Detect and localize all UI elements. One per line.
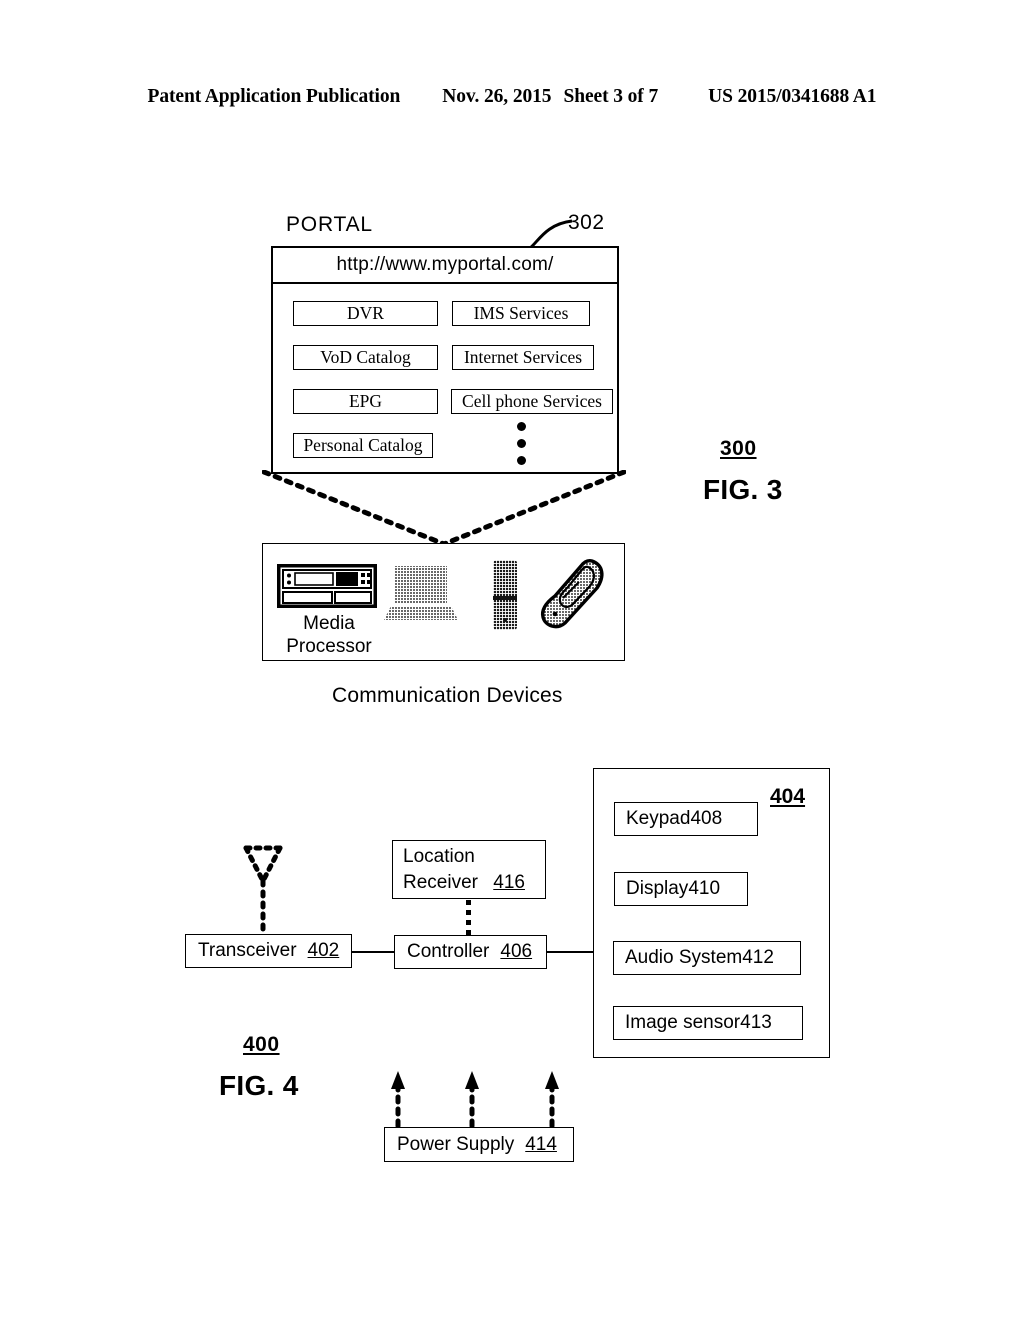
block-keypad[interactable]: Keypad 408	[614, 802, 758, 836]
block-controller[interactable]: Controller 406	[394, 935, 547, 969]
portal-title: PORTAL	[286, 213, 373, 236]
controller-peripherals-link	[547, 951, 594, 953]
transceiver-label: Transceiver	[198, 940, 297, 961]
portal-url-bar[interactable]: http://www.myportal.com/	[273, 248, 617, 284]
keypad-label: Keypad	[626, 808, 691, 829]
figure3-label: FIG. 3	[703, 474, 783, 505]
laptop-icon	[384, 566, 458, 620]
block-display[interactable]: Display 410	[614, 872, 748, 906]
ellipsis-dot	[516, 456, 526, 465]
ellipsis-dot	[516, 439, 526, 448]
audio-system-ref: 412	[742, 947, 774, 968]
figure4-reference-number: 400	[243, 1033, 280, 1056]
figure3-reference-number: 300	[720, 437, 757, 460]
portal-button-cell-phone-services[interactable]: Cell phone Services	[451, 389, 613, 414]
block-transceiver[interactable]: Transceiver 402	[185, 934, 352, 968]
flip-phone-icon	[540, 559, 604, 629]
power-supply-ref: 414	[525, 1133, 557, 1155]
display-label: Display	[626, 878, 689, 899]
block-location-receiver[interactable]: Location Receiver 416	[392, 840, 546, 899]
transceiver-ref: 402	[307, 940, 340, 961]
cell-phone-icon	[493, 560, 517, 630]
communication-devices-caption: Communication Devices	[332, 684, 563, 707]
location-receiver-controller-link	[466, 900, 471, 935]
peripherals-group-ref: 404	[770, 785, 806, 808]
portal-url-text: http://www.myportal.com/	[336, 254, 554, 275]
portal-button-personal-catalog[interactable]: Personal Catalog	[293, 433, 433, 458]
controller-label: Controller	[407, 941, 490, 962]
portal-button-internet-services[interactable]: Internet Services	[452, 345, 594, 370]
page-header: Patent Application Publication Nov. 26, …	[0, 86, 1024, 108]
power-supply-label: Power Supply	[397, 1133, 515, 1155]
header-date-text: Nov. 26, 2015	[442, 86, 552, 107]
communication-devices-box: Media Processor	[262, 543, 625, 661]
callout-ref-302: 302	[568, 211, 605, 234]
portal-button-ims-services[interactable]: IMS Services	[452, 301, 590, 326]
media-processor-label-line2: Processor	[286, 636, 372, 657]
location-receiver-ref: 416	[493, 872, 525, 893]
controller-ref: 406	[500, 941, 533, 962]
portal-to-devices-connector-icon	[262, 470, 626, 547]
block-image-sensor[interactable]: Image sensor 413	[613, 1006, 803, 1040]
media-processor-label: Media Processor	[269, 612, 389, 658]
figure4-label: FIG. 4	[219, 1070, 299, 1101]
location-receiver-label-line2: Receiver	[403, 872, 478, 893]
audio-system-label: Audio System	[625, 947, 743, 968]
portal-window: http://www.myportal.com/ DVR VoD Catalog…	[271, 246, 619, 474]
header-publication-text: Patent Application Publication	[147, 86, 401, 107]
peripherals-group-box: 404 Keypad 408 Display 410 Audio System …	[593, 768, 830, 1058]
header-sheet-text: Sheet 3 of 7	[563, 86, 659, 107]
portal-button-epg[interactable]: EPG	[293, 389, 438, 414]
media-processor-label-line1: Media	[303, 613, 355, 634]
image-sensor-label: Image sensor	[625, 1012, 741, 1033]
portal-more-items-ellipsis	[513, 422, 529, 465]
media-processor-icon	[277, 564, 377, 608]
ellipsis-dot	[516, 422, 526, 431]
block-audio-system[interactable]: Audio System 412	[613, 941, 801, 975]
location-receiver-label-line1: Location	[403, 846, 475, 867]
header-publication-number: US 2015/0341688 A1	[708, 86, 877, 107]
image-sensor-ref: 413	[740, 1012, 772, 1033]
portal-menu-area: DVR VoD Catalog EPG Personal Catalog IMS…	[273, 284, 617, 474]
antenna-icon	[243, 845, 283, 938]
transceiver-controller-link	[352, 951, 394, 953]
portal-button-vod-catalog[interactable]: VoD Catalog	[293, 345, 438, 370]
display-ref: 410	[688, 878, 721, 899]
portal-button-dvr[interactable]: DVR	[293, 301, 438, 326]
keypad-ref: 408	[690, 808, 723, 829]
block-power-supply[interactable]: Power Supply 414	[384, 1127, 574, 1162]
power-supply-arrows-icon	[391, 1071, 559, 1128]
